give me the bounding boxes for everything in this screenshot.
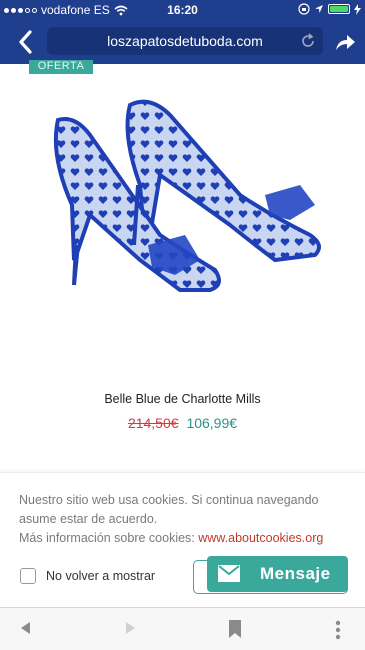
location-arrow-icon — [315, 5, 323, 13]
url-text: loszapatosdetuboda.com — [107, 33, 263, 49]
cookie-text: Nuestro sitio web usa cookies. Si contin… — [19, 491, 349, 548]
cookie-info-link[interactable]: www.aboutcookies.org — [198, 531, 323, 545]
price-row: 214,50€ 106,99€ — [0, 415, 365, 431]
back-triangle-icon[interactable] — [18, 620, 32, 636]
chat-message-button[interactable]: Mensaje — [207, 556, 348, 592]
share-arrow-icon[interactable] — [333, 30, 357, 54]
status-bar: vodafone ES 16:20 — [0, 0, 365, 20]
chat-button-label: Mensaje — [260, 564, 331, 583]
browser-header: vodafone ES 16:20 loszapatosdetuboda.com — [0, 0, 365, 64]
back-icon[interactable] — [14, 28, 38, 56]
reload-icon[interactable] — [299, 32, 317, 50]
envelope-icon — [218, 565, 240, 582]
sale-price: 106,99€ — [186, 415, 238, 431]
cookie-banner: Nuestro sitio web usa cookies. Si contin… — [0, 472, 365, 607]
browser-nav: loszapatosdetuboda.com — [0, 22, 365, 62]
product-name[interactable]: Belle Blue de Charlotte Mills — [0, 392, 365, 406]
forward-triangle-icon[interactable] — [123, 620, 137, 636]
rotation-lock-icon — [298, 3, 310, 15]
old-price: 214,50€ — [127, 415, 179, 431]
dont-show-again-label[interactable]: No volver a mostrar — [46, 569, 155, 583]
cookie-message: Nuestro sitio web usa cookies. Si contin… — [19, 493, 319, 526]
cookie-more-info: Más información sobre cookies: — [19, 531, 199, 545]
dont-show-again-row[interactable]: No volver a mostrar — [20, 568, 155, 584]
status-right — [298, 3, 361, 15]
browser-toolbar — [0, 607, 365, 650]
product-image[interactable] — [40, 95, 330, 335]
charging-bolt-icon — [354, 3, 361, 15]
battery-icon — [328, 4, 350, 14]
dont-show-again-checkbox[interactable] — [20, 568, 36, 584]
offer-badge: OFERTA — [29, 60, 93, 74]
bookmark-icon[interactable] — [228, 620, 242, 638]
screen: vodafone ES 16:20 loszapatosdetuboda.com… — [0, 0, 365, 650]
more-options-icon[interactable] — [334, 620, 342, 640]
address-bar[interactable]: loszapatosdetuboda.com — [47, 27, 323, 55]
